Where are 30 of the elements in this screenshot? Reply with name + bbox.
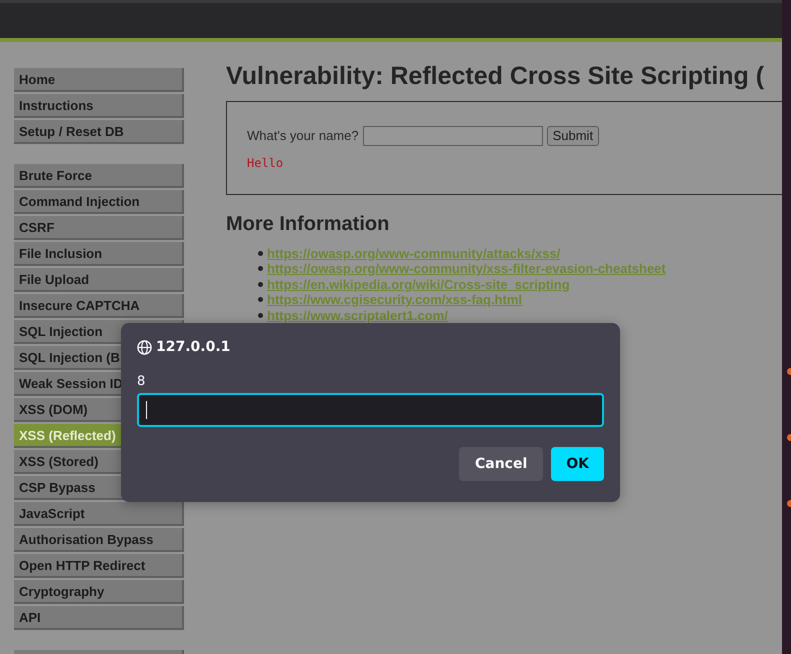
output-text: Hello <box>247 156 284 170</box>
ok-button[interactable]: OK <box>551 447 604 481</box>
menu-item[interactable]: Authorisation Bypass <box>14 528 184 552</box>
bullet-icon <box>258 297 263 302</box>
menu-item[interactable]: Command Injection <box>14 190 184 214</box>
name-input-field[interactable] <box>362 126 543 146</box>
field-label: What's your name? <box>247 128 359 143</box>
menu-item[interactable]: File Upload <box>14 268 184 292</box>
menu-item[interactable]: Setup / Reset DB <box>14 120 184 144</box>
menu-item[interactable]: Cryptography <box>14 580 184 604</box>
prompt-input-field[interactable] <box>137 393 604 427</box>
menu-item[interactable]: API <box>14 606 184 630</box>
bullet-icon <box>258 266 263 272</box>
section-heading: More Information <box>226 212 390 236</box>
menu-item[interactable]: Home <box>14 68 184 92</box>
dialog-message: 8 <box>137 374 146 389</box>
menu-item[interactable]: Brute Force <box>14 164 184 188</box>
bullet-icon <box>258 312 263 318</box>
submit-button[interactable]: Submit <box>546 126 600 146</box>
menu-item[interactable]: File Inclusion <box>14 242 184 266</box>
page-title: Vulnerability: Reflected Cross Site Scripting ( <box>226 61 766 92</box>
menu-item[interactable]: Insecure CAPTCHA <box>14 294 184 318</box>
menu-item[interactable]: Open HTTP Redirect <box>14 554 184 578</box>
bullet-icon <box>258 282 263 287</box>
bullet-icon <box>258 250 263 256</box>
menu-item[interactable]: CSRF <box>14 216 184 240</box>
globe-icon <box>137 340 152 354</box>
cancel-button[interactable]: Cancel <box>458 447 544 481</box>
menu-item[interactable]: Instructions <box>14 94 184 118</box>
menu-item[interactable]: JavaScript <box>14 502 184 526</box>
